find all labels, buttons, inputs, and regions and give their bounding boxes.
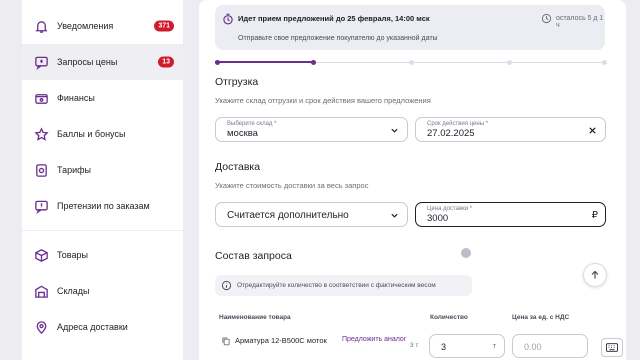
copy-icon [222, 337, 230, 346]
delivery-heading: Доставка [215, 161, 261, 173]
clock-icon [541, 13, 552, 24]
quantity-unit: т [492, 343, 496, 350]
request-heading: Состав запроса [215, 250, 292, 262]
sidebar-item-tariffs[interactable]: Тарифы [22, 152, 183, 188]
sidebar-item-products[interactable]: Товары [22, 237, 183, 273]
progress-step-dot [602, 60, 607, 65]
warehouse-value: москва [227, 128, 258, 139]
offer-form: Идет прием предложений до 25 февраля, 14… [199, 0, 626, 360]
progress-fill [215, 61, 313, 63]
scroll-top-button[interactable] [583, 263, 607, 287]
delivery-mode-value: Считается дополнительно [227, 210, 349, 221]
notifications-badge: 371 [154, 20, 174, 32]
delivery-price-label: Цена доставки * [427, 206, 473, 212]
arrow-up-icon [591, 270, 599, 279]
info-text: Отредактируйте количество в соответствии… [237, 282, 436, 289]
validity-label: Срок действия цены * [427, 121, 489, 127]
delivery-price-value: 3000 [427, 213, 449, 224]
sidebar-item-finance[interactable]: Финансы [22, 80, 183, 116]
tariff-icon [34, 163, 49, 178]
delivery-price-field[interactable]: Цена доставки * 3000 ₽ [415, 202, 606, 227]
star-icon [34, 126, 49, 142]
sidebar-item-label: Финансы [57, 93, 95, 103]
sidebar: Уведомления 371 Запросы цены 13 Финансы … [22, 0, 183, 360]
time-remaining: осталось 5 д 1 ч [556, 15, 604, 29]
sidebar-item-label: Тарифы [57, 165, 92, 175]
suggest-analog-link[interactable]: Предложить аналог [342, 336, 406, 343]
warehouse-label: Выберите склад * [227, 121, 277, 127]
box-icon [34, 248, 49, 263]
sidebar-item-label: Товары [57, 250, 88, 260]
chat-icon [34, 55, 49, 70]
delivery-mode-select[interactable]: Считается дополнительно [215, 202, 408, 227]
unit-price-field[interactable]: 0.00 [512, 334, 588, 358]
warehouse-select[interactable]: Выберите склад * москва [215, 117, 408, 142]
wallet-icon [34, 91, 49, 106]
deadline-subtitle: Отправьте свое предложение покупателю до… [238, 35, 438, 42]
sidebar-item-bonuses[interactable]: Баллы и бонусы [22, 116, 183, 152]
delivery-hint: Укажите стоимость доставки за весь запро… [215, 181, 369, 190]
deadline-title: Идет прием предложений до 25 февраля, 14… [238, 14, 430, 23]
product-name: Арматура 12-В500С моток [235, 336, 327, 345]
claim-icon [34, 199, 49, 214]
info-notice: Отредактируйте количество в соответствии… [215, 275, 472, 296]
progress-step-dot [506, 60, 512, 65]
shipment-hint: Укажите склад отгрузки и срок действия в… [215, 96, 431, 105]
price-validity-field[interactable]: Срок действия цены * 27.02.2025 [415, 117, 606, 142]
validity-value: 27.02.2025 [427, 128, 475, 139]
step-progress [215, 60, 607, 65]
close-icon[interactable] [587, 125, 597, 135]
loading-indicator [461, 248, 471, 258]
deadline-banner: Идет прием предложений до 25 февраля, 14… [215, 5, 605, 50]
quantity-field[interactable]: 3 т [429, 334, 505, 358]
sidebar-item-label: Баллы и бонусы [57, 129, 126, 139]
price-requests-badge: 13 [158, 56, 174, 68]
sidebar-item-label: Уведомления [57, 21, 114, 31]
info-icon [221, 280, 232, 291]
quantity-value: 3 [441, 342, 447, 352]
progress-step-dot [408, 60, 414, 65]
sidebar-item-claims[interactable]: Претензии по заказам [22, 188, 183, 224]
unit-price-placeholder: 0.00 [524, 342, 542, 352]
scrollbar[interactable] [628, 0, 632, 360]
sidebar-item-notifications[interactable]: Уведомления 371 [22, 8, 183, 44]
column-product-name: Наименование товара [219, 314, 291, 321]
shipment-heading: Отгрузка [215, 76, 259, 88]
sidebar-item-label: Претензии по заказам [57, 201, 150, 211]
sidebar-item-label: Склады [57, 286, 90, 296]
sidebar-divider [22, 230, 183, 231]
requested-amount: 3 т [410, 342, 419, 349]
warehouse-icon [34, 284, 49, 299]
sidebar-item-label: Запросы цены [57, 57, 118, 67]
sidebar-item-price-requests[interactable]: Запросы цены 13 [22, 44, 183, 80]
bell-icon [34, 19, 49, 34]
column-unit-price: Цена за ед. с НДС [512, 314, 570, 321]
keyboard-button[interactable] [601, 338, 623, 357]
chevron-down-icon [389, 210, 399, 220]
sidebar-item-warehouses[interactable]: Склады [22, 273, 183, 309]
progress-step-dot [215, 60, 220, 65]
keyboard-icon [606, 343, 618, 352]
chevron-down-icon [389, 125, 399, 135]
column-quantity: Количество [430, 314, 468, 321]
sidebar-item-delivery-addresses[interactable]: Адреса доставки [22, 309, 183, 345]
timer-icon [223, 13, 233, 25]
pin-icon [34, 320, 49, 335]
progress-step-dot [310, 60, 316, 65]
ruble-icon: ₽ [591, 210, 598, 221]
sidebar-item-label: Адреса доставки [57, 322, 128, 332]
